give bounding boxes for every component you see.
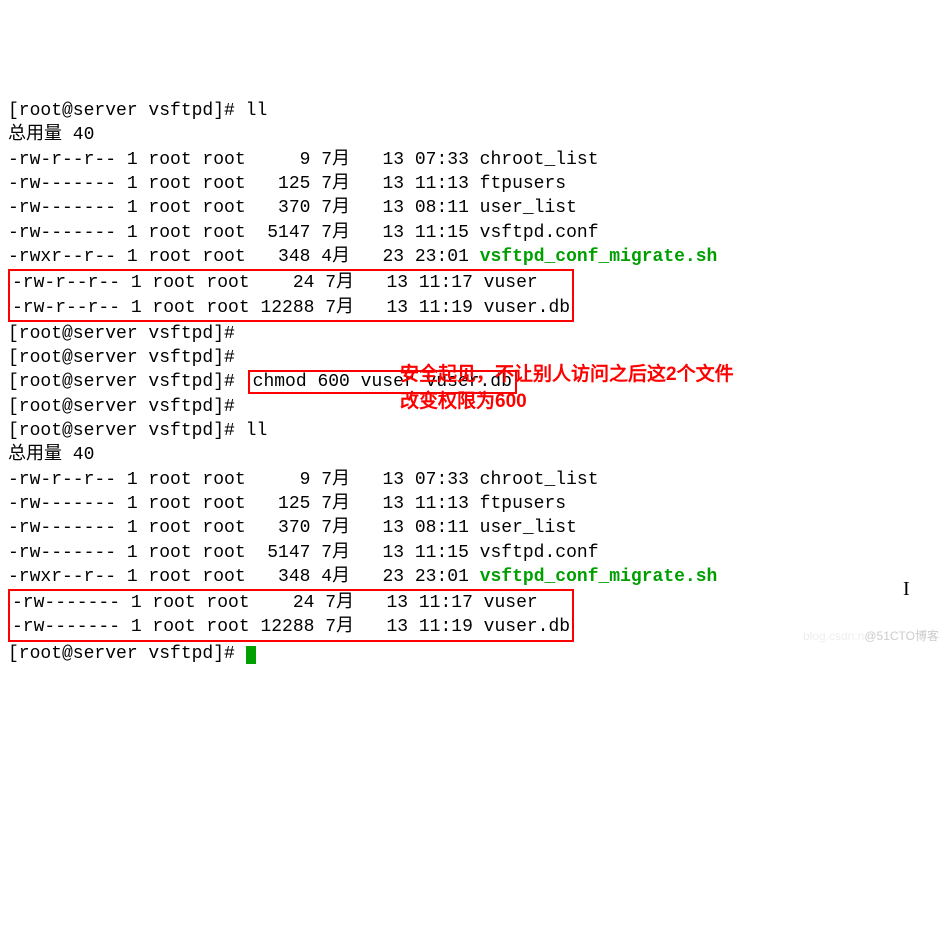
cursor-block-icon [246,646,256,664]
total-line: 总用量 40 [8,123,937,147]
file-row: -rw------- 1 root root 125 7月 13 11:13 f… [8,492,937,516]
file-row: -rw------- 1 root root 5147 7月 13 11:15 … [8,541,937,565]
security-annotation: 安全起见，不让别人访问之后这2个文件 改变权限为600 [400,362,734,415]
file-row: -rwxr--r-- 1 root root 348 4月 23 23:01 v… [8,565,937,589]
file-row: -rw------- 1 root root 125 7月 13 11:13 f… [8,172,937,196]
file-row: -rw-r--r-- 1 root root 9 7月 13 07:33 chr… [8,148,937,172]
file-row: -rw------- 1 root root 370 7月 13 08:11 u… [8,196,937,220]
prompt-line: [root@server vsftpd]# ll [8,419,937,443]
file-row: -rw------- 1 root root 5147 7月 13 11:15 … [8,221,937,245]
file-row: -rw------- 1 root root 24 7月 13 11:17 vu… [12,591,570,615]
prompt-line: [root@server vsftpd]# ll [8,99,937,123]
text-cursor-icon: I [903,576,910,603]
prompt-line: [root@server vsftpd]# [8,322,937,346]
file-row: -rw-r--r-- 1 root root 24 7月 13 11:17 vu… [12,271,570,295]
file-row: -rw------- 1 root root 370 7月 13 08:11 u… [8,516,937,540]
highlight-box-vuser-files-2: -rw------- 1 root root 24 7月 13 11:17 vu… [8,589,574,642]
file-row: -rw-r--r-- 1 root root 12288 7月 13 11:19… [12,296,570,320]
total-line: 总用量 40 [8,443,937,467]
highlight-box-vuser-files-1: -rw-r--r-- 1 root root 24 7月 13 11:17 vu… [8,269,574,322]
file-row: -rwxr--r-- 1 root root 348 4月 23 23:01 v… [8,245,937,269]
file-row: -rw------- 1 root root 12288 7月 13 11:19… [12,615,570,639]
watermark: blog.csdn.n@51CTO博客 [796,612,939,644]
file-row: -rw-r--r-- 1 root root 9 7月 13 07:33 chr… [8,468,937,492]
